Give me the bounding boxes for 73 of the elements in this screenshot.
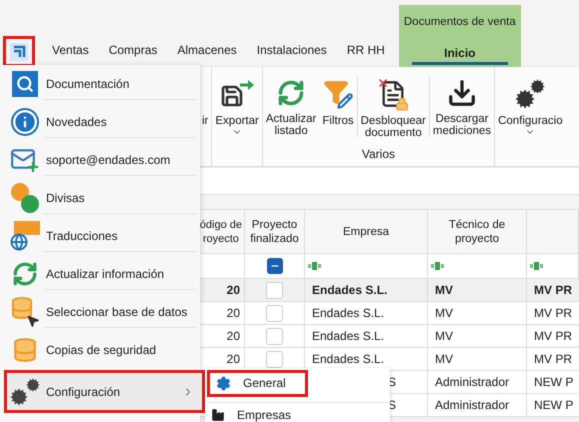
gears-icon	[10, 378, 40, 406]
table-cell-text: 20	[226, 328, 240, 345]
table-cell-text: Administrador	[435, 374, 510, 391]
ribbon-button[interactable]: Exportar	[212, 77, 262, 137]
table-cell-text: 20	[226, 305, 240, 322]
table-cell-text: MV PR	[534, 305, 572, 322]
table-cell-text: 20	[226, 282, 240, 299]
checkbox[interactable]	[266, 282, 283, 298]
menu-item[interactable]: soporte@endades.com	[4, 141, 200, 179]
ribbon-button[interactable]: Filtros	[319, 77, 357, 137]
refresh-icon	[277, 79, 306, 107]
table-cell-text: MV	[435, 305, 453, 322]
table-cell-text: Administrador	[435, 397, 510, 414]
gears-icon	[515, 79, 546, 109]
menu-item[interactable]: Divisas	[4, 179, 200, 217]
group-label: Varios	[362, 146, 396, 163]
filter-pencil-icon	[323, 79, 354, 109]
settings-icon	[216, 376, 231, 391]
checkbox[interactable]	[266, 328, 283, 344]
column-header: Técnico de proyecto	[448, 218, 506, 246]
table-cell-text: MV	[435, 351, 453, 368]
refresh-icon	[12, 261, 38, 287]
table-cell-text: Endades S.L.	[312, 328, 384, 345]
ribbon-button[interactable]: Actualizar listado	[262, 77, 320, 137]
table-cell-text: Endades S.L.	[312, 305, 384, 322]
ribbon-tab[interactable]: Compras	[100, 36, 166, 62]
table-cell-text: Endades S.L.	[312, 282, 388, 299]
table-cell-text: 20	[226, 351, 240, 368]
ribbon-tab[interactable]: RR HH	[338, 36, 393, 62]
database-icon	[12, 337, 38, 363]
column-header: Proyecto finalizado	[250, 218, 299, 246]
checkbox[interactable]	[266, 350, 283, 368]
ribbon-tab[interactable]: Almacenes	[169, 36, 245, 62]
search-icon	[12, 71, 38, 97]
download-icon	[446, 78, 477, 108]
menu-item[interactable]: Configuración	[4, 370, 205, 413]
menu-item[interactable]: Actualizar información	[4, 255, 200, 293]
ribbon-button[interactable]: Configuracio	[495, 77, 566, 137]
info-icon	[11, 108, 39, 136]
context-group-title: Documentos de venta	[404, 15, 516, 30]
table-cell-text: MV PR	[534, 351, 572, 368]
checkbox[interactable]	[266, 304, 283, 322]
ribbon-tab[interactable]: Ventas	[44, 36, 97, 62]
table-cell-text: MV PR	[534, 282, 572, 299]
document-lock-icon	[377, 77, 410, 111]
table-cell-text: NEW P	[534, 374, 574, 391]
ribbon-button[interactable]: Desbloquear documento	[356, 77, 429, 137]
text-filter-icon	[308, 262, 322, 270]
database-cursor-icon	[10, 296, 40, 328]
table-cell-text: MV	[435, 328, 453, 345]
filter-checkbox[interactable]	[266, 258, 282, 274]
coins-icon	[11, 183, 39, 213]
column-header: Empresa	[342, 224, 390, 238]
logo-icon	[10, 42, 28, 60]
submenu-item[interactable]: Empresas	[205, 402, 390, 422]
table-cell-text: NEW P	[534, 397, 574, 414]
save-export-icon	[220, 80, 254, 108]
ribbon-button[interactable]: Descargar mediciones	[428, 77, 494, 137]
menu-item[interactable]: Copias de seguridad	[4, 331, 200, 369]
menu-item[interactable]: Novedades	[4, 103, 200, 141]
menu-item[interactable]: Documentación	[4, 65, 200, 103]
ribbon-tab[interactable]: Instalaciones	[248, 36, 335, 62]
table-cell-text: MV PR	[534, 328, 572, 345]
factory-icon	[211, 408, 225, 422]
submenu-item[interactable]: General	[207, 370, 308, 397]
table-cell-text: Endades S.L.	[312, 351, 384, 368]
menu-item[interactable]: Traducciones	[4, 217, 200, 255]
menu-item[interactable]: Seleccionar base de datos	[4, 293, 200, 331]
column-header: ódigo de royecto	[200, 218, 242, 246]
text-filter-icon	[431, 262, 445, 270]
text-filter-icon	[530, 262, 544, 270]
ribbon-button[interactable]: ir	[199, 77, 212, 137]
table-cell-text: MV	[435, 282, 453, 299]
